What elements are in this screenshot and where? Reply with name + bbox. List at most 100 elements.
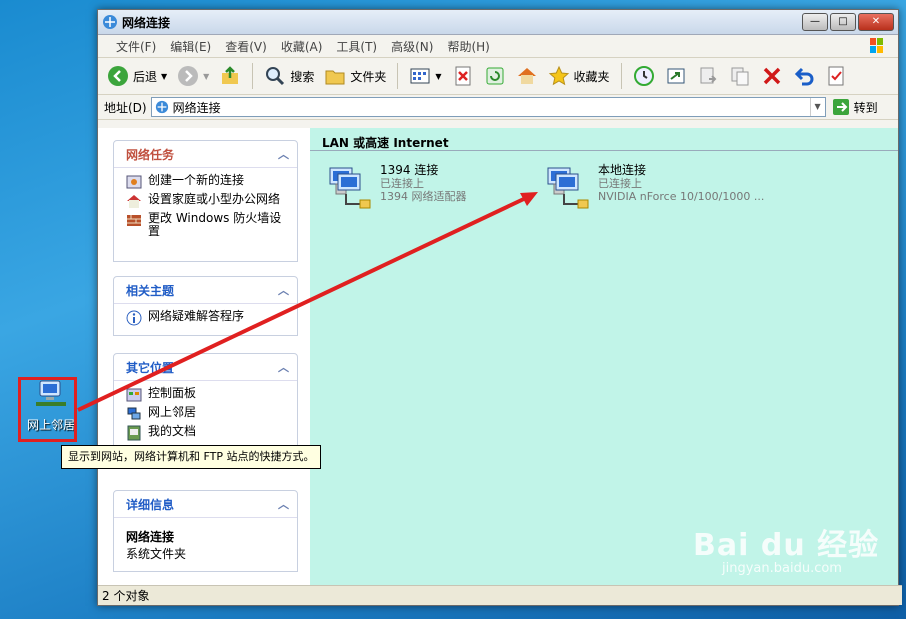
menu-view[interactable]: 查看(V) [225,38,267,55]
minimize-button[interactable]: — [802,13,828,31]
related-topics-panel: 相关主题 ︿ 网络疑难解答程序 [113,276,298,336]
delete-button[interactable] [449,63,477,89]
back-button[interactable]: 后退 ▼ [104,63,170,89]
details-panel: 详细信息 ︿ 网络连接 系统文件夹 [113,490,298,572]
folders-label: 文件夹 [350,69,387,84]
details-header[interactable]: 详细信息 ︿ [114,491,297,518]
history-clock-icon [633,66,654,86]
folder-icon [325,70,345,85]
control-panel-icon [126,388,142,402]
up-button[interactable] [216,63,244,89]
delete-x-button[interactable] [758,63,786,89]
search-button[interactable]: 搜索 [261,63,317,89]
details-title: 网络连接 [126,530,175,544]
address-label: 地址(D) [104,100,147,115]
place-control-panel[interactable]: 控制面板 [126,387,289,403]
network-connections-icon [155,100,168,114]
task-label: 创建一个新的连接 [148,173,245,187]
search-icon [266,67,285,86]
address-input[interactable]: 网络连接 ▼ [150,97,826,117]
back-dropdown-icon[interactable]: ▼ [161,72,167,81]
move-to-icon [667,68,685,84]
refresh-button[interactable] [481,63,509,89]
place-label: 网上邻居 [148,405,197,419]
connection-status: 已连接上 [380,177,424,190]
favorites-button[interactable]: 收藏夹 [545,63,613,89]
views-icon [410,68,430,84]
history-button[interactable] [630,63,658,89]
collapse-chevron-icon[interactable]: ︿ [278,359,289,375]
go-arrow-icon [832,99,849,115]
task-setup-home-network[interactable]: 设置家庭或小型办公网络 [126,193,289,209]
menu-file[interactable]: 文件(F) [116,38,156,55]
new-connection-icon [126,175,142,189]
place-label: 控制面板 [148,386,197,400]
status-bar: 2 个对象 [98,585,902,605]
close-button[interactable]: ✕ [858,13,894,31]
connection-device: 1394 网络适配器 [380,190,467,203]
home-button[interactable] [513,63,541,89]
connection-1394[interactable]: 1394 连接 已连接上 1394 网络适配器 [326,164,467,212]
network-neighborhood-icon [127,407,141,420]
forward-arrow-icon [178,66,199,86]
connection-status: 已连接上 [598,177,642,190]
annotation-highlight-box [18,377,77,442]
copy-to-icon [700,67,716,84]
move-to-button[interactable] [662,63,690,89]
details-subtitle: 系统文件夹 [126,547,187,561]
delete-document-icon [455,66,471,86]
lan-connection-icon [547,167,589,209]
explorer-window: 网络连接 — □ ✕ 文件(F) 编辑(E) 查看(V) 收藏(A) 工具(T)… [97,9,902,606]
place-my-documents[interactable]: 我的文档 [126,425,289,441]
menu-help[interactable]: 帮助(H) [447,38,489,55]
menu-advanced[interactable]: 高级(N) [391,38,433,55]
address-bar: 地址(D) 网络连接 ▼ 转到 [98,95,898,120]
network-connections-icon [103,15,117,29]
collapse-chevron-icon[interactable]: ︿ [278,146,289,162]
task-label: 更改 Windows 防火墙设置 [148,211,282,238]
forward-dropdown-icon[interactable]: ▼ [203,72,209,81]
undo-button[interactable] [790,63,818,89]
copy-to-button[interactable] [694,63,722,89]
windows-logo-icon [870,38,883,53]
go-button[interactable]: 转到 [832,98,878,116]
place-network-neighborhood[interactable]: 网上邻居 [126,406,289,422]
my-documents-icon [127,425,141,441]
title-bar[interactable]: 网络连接 — □ ✕ [98,10,898,35]
refresh-icon [486,67,504,85]
search-label: 搜索 [290,69,315,84]
task-pane: 网络任务 ︿ 创建一个新的连接 设置家庭或小型办公网络 更改 Windows 防… [98,128,310,586]
folders-button[interactable]: 文件夹 [321,63,389,89]
home-icon [517,68,536,84]
info-icon [126,310,142,326]
go-label: 转到 [853,100,878,115]
panel-title: 其它位置 [126,360,175,375]
connection-local-area[interactable]: 本地连接 已连接上 NVIDIA nForce 10/100/1000 ... [544,164,764,212]
menu-edit[interactable]: 编辑(E) [170,38,211,55]
views-button[interactable]: ▼ [406,63,444,89]
task-create-connection[interactable]: 创建一个新的连接 [126,174,289,190]
tooltip: 显示到网站，网络计算机和 FTP 站点的快捷方式。 [61,445,322,469]
place-label: 我的文档 [148,424,197,438]
menu-favorites[interactable]: 收藏(A) [281,38,323,55]
collapse-chevron-icon[interactable]: ︿ [278,496,289,512]
forward-button[interactable]: ▼ [174,63,212,89]
undo-icon [794,67,813,86]
menu-tools[interactable]: 工具(T) [336,38,377,55]
firewall-icon [127,215,141,226]
task-change-firewall[interactable]: 更改 Windows 防火墙设置 [126,212,289,238]
properties-button[interactable] [822,63,850,89]
group-header: LAN 或高速 Internet [322,136,449,150]
topic-network-troubleshooter[interactable]: 网络疑难解答程序 [126,310,289,326]
network-tasks-panel: 网络任务 ︿ 创建一个新的连接 设置家庭或小型办公网络 更改 Windows 防… [113,140,298,262]
address-dropdown-icon[interactable]: ▼ [809,98,825,116]
copy-icon [731,67,749,86]
other-places-header[interactable]: 其它位置 ︿ [114,354,297,381]
network-tasks-header[interactable]: 网络任务 ︿ [114,141,297,168]
related-topics-header[interactable]: 相关主题 ︿ [114,277,297,304]
maximize-button[interactable]: □ [830,13,856,31]
star-icon [548,65,569,86]
copy-button[interactable] [726,63,754,89]
status-text: 2 个对象 [102,589,150,603]
collapse-chevron-icon[interactable]: ︿ [278,282,289,298]
